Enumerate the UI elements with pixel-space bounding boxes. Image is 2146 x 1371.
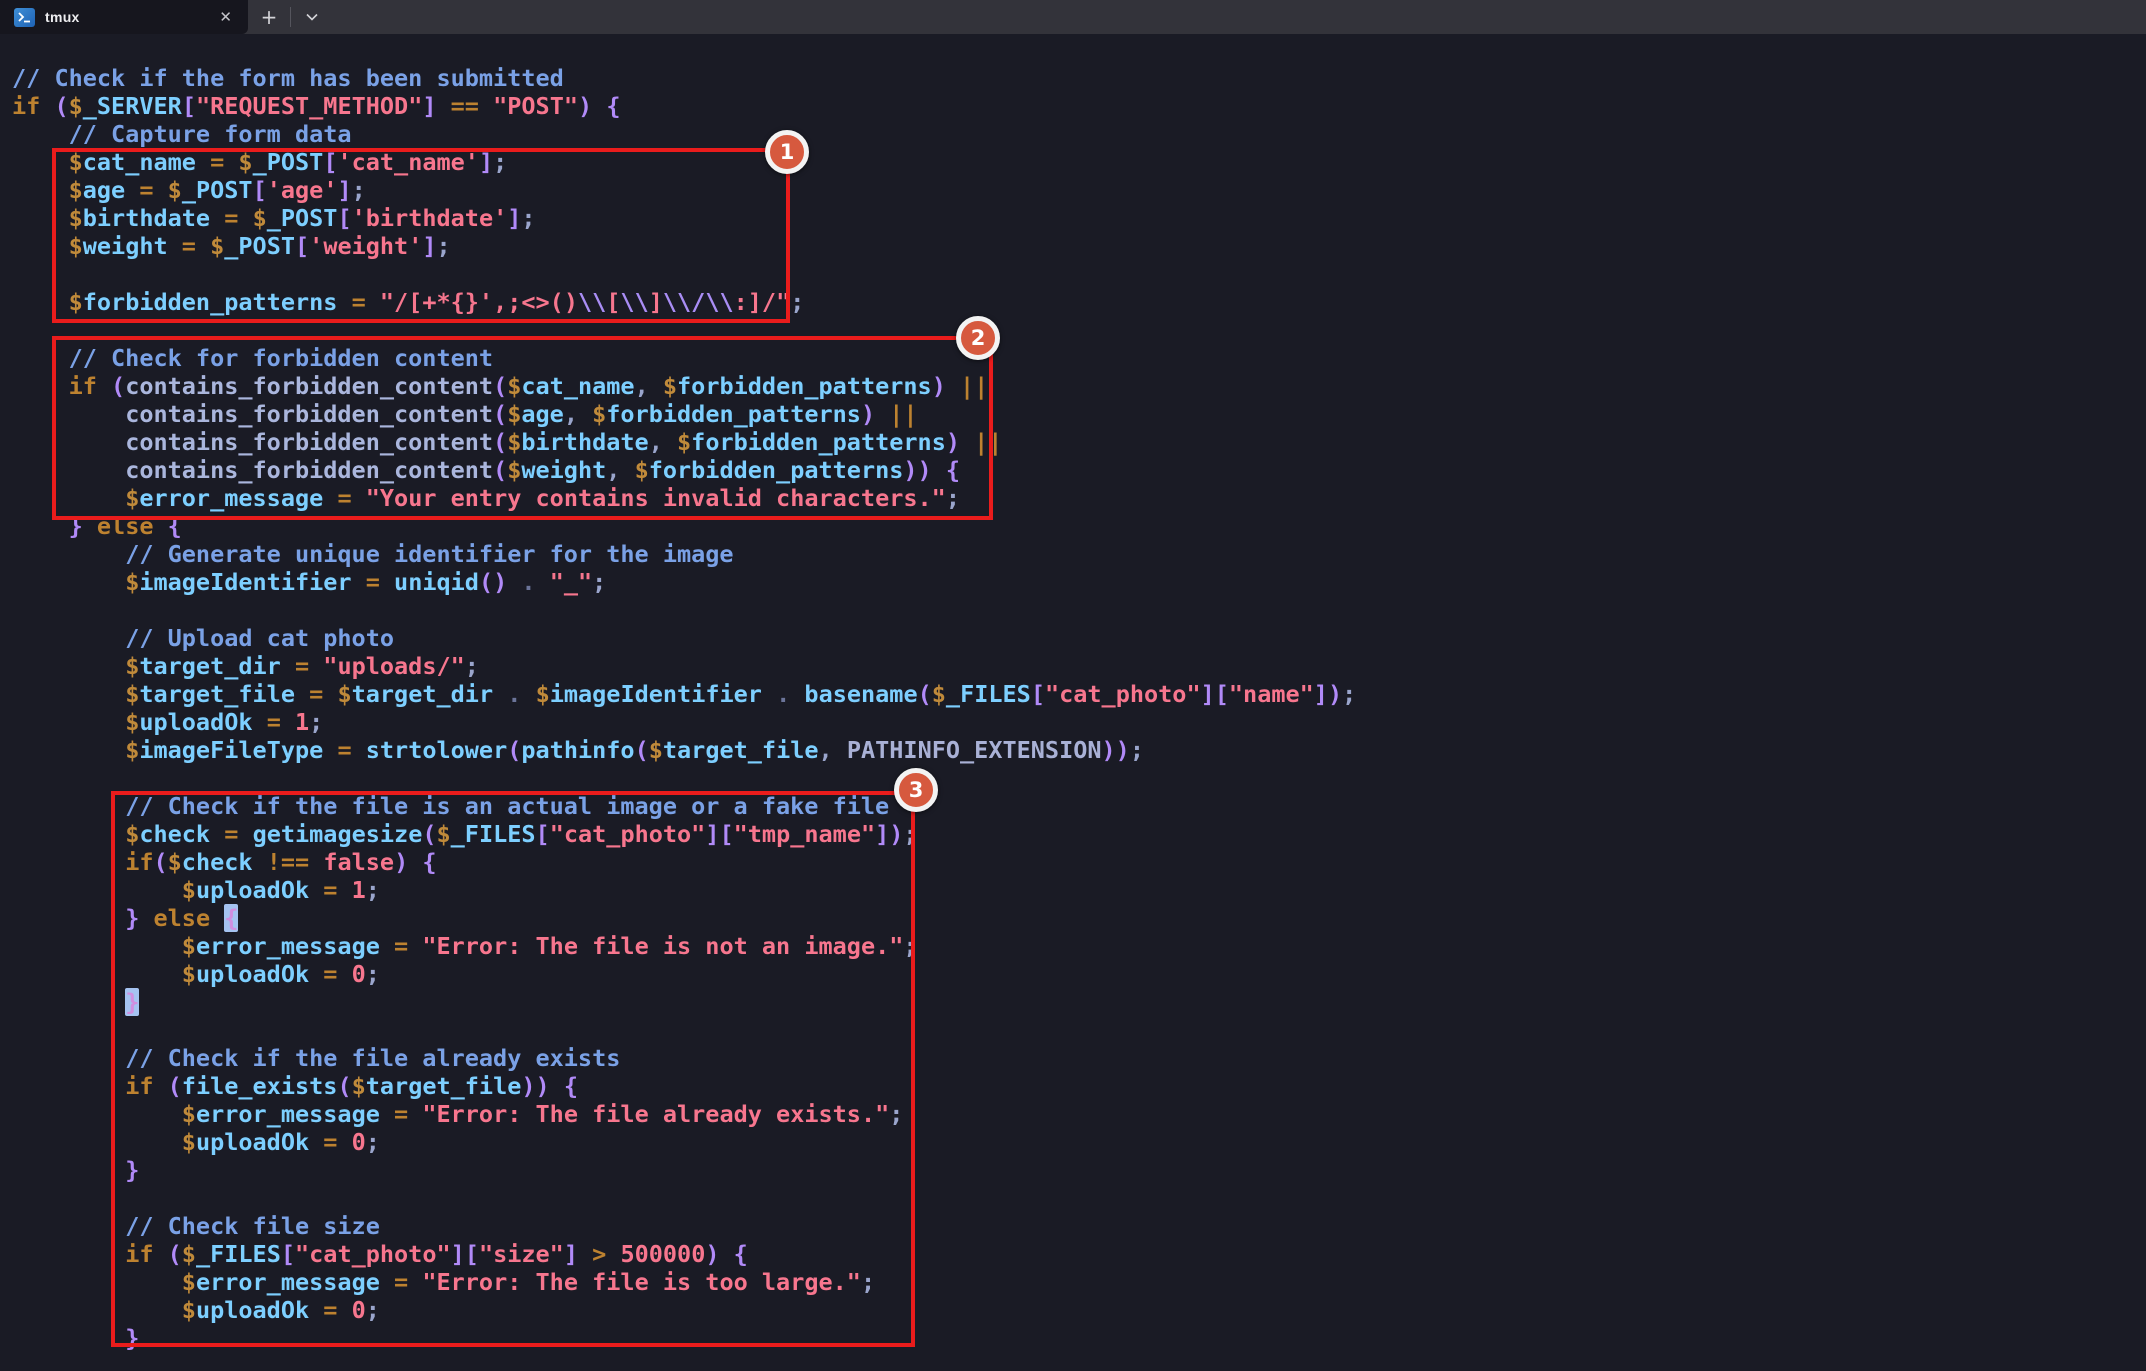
tab-tmux[interactable]: tmux ✕: [0, 0, 248, 34]
chevron-down-icon: [306, 13, 318, 21]
terminal-code: // Check if the form has been submitted …: [0, 34, 2146, 1352]
terminal-viewport[interactable]: // Check if the form has been submitted …: [0, 34, 2146, 1371]
new-tab-button[interactable]: +: [248, 0, 290, 34]
terminal-powershell-icon: [14, 8, 35, 27]
tab-dropdown-button[interactable]: [291, 0, 333, 34]
tab-title: tmux: [45, 9, 213, 25]
close-icon[interactable]: ✕: [213, 8, 238, 27]
tab-bar: tmux ✕ +: [0, 0, 2146, 34]
windows-terminal-window: tmux ✕ + // Check if the form has been s…: [0, 0, 2146, 1371]
